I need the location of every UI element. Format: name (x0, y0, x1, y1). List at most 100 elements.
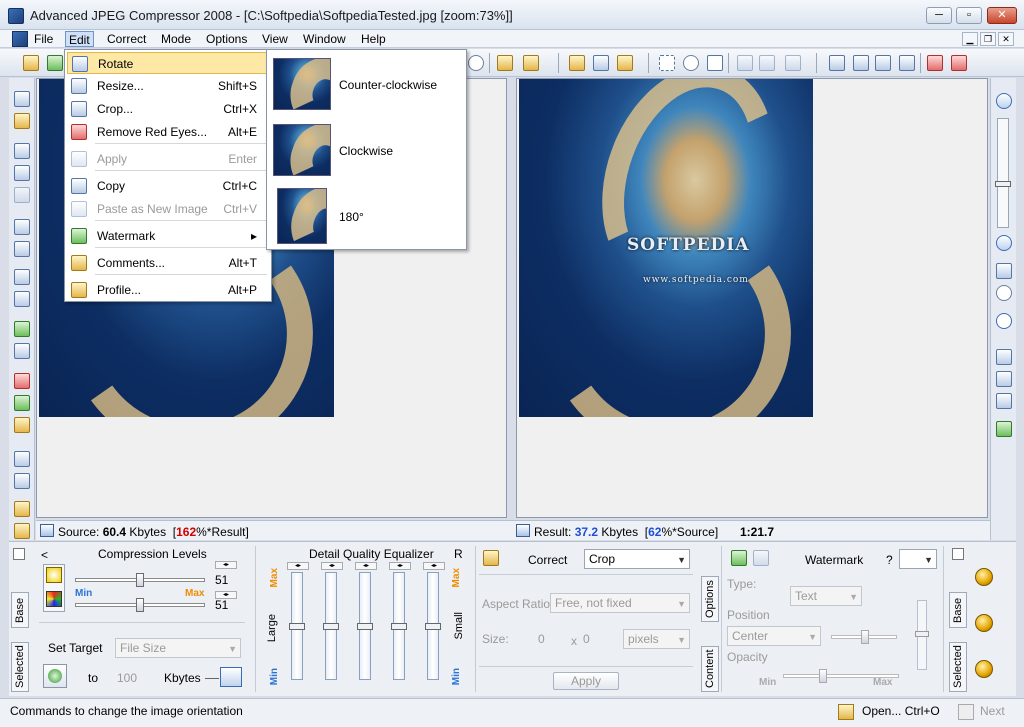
eq-band-slider[interactable] (357, 572, 373, 680)
edit-menu-item-watermark[interactable]: Watermark ▸ (67, 225, 269, 247)
wand-icon[interactable] (11, 184, 33, 204)
watermark-add-icon[interactable] (731, 550, 749, 568)
watermark-type-select[interactable]: Text ▼ (790, 586, 862, 606)
eq-band-thumb[interactable] (391, 623, 407, 630)
eq-band-thumb[interactable] (289, 623, 305, 630)
grid-2-icon[interactable] (11, 288, 33, 308)
fit-window-icon[interactable] (993, 260, 1015, 280)
edit-note-icon[interactable] (494, 52, 516, 74)
edit-menu-item-profile[interactable]: Profile... Alt+P (67, 279, 269, 301)
eq-band-spin[interactable]: ◂▸ (287, 562, 309, 570)
deselect-icon[interactable] (734, 52, 756, 74)
eq-band-thumb[interactable] (323, 623, 339, 630)
target-apply-button[interactable] (43, 664, 67, 688)
eq-band-spin[interactable]: ◂▸ (389, 562, 411, 570)
window-red-icon[interactable] (924, 52, 946, 74)
target-value[interactable]: 100 (117, 671, 137, 685)
close-button[interactable]: ✕ (987, 7, 1017, 24)
bars-icon[interactable] (11, 340, 33, 360)
tab-content[interactable]: Content (701, 646, 719, 692)
tab-compression-selected[interactable]: Selected (11, 642, 29, 692)
zoom-slider[interactable] (995, 118, 1011, 228)
equalizer-reset[interactable]: R (454, 547, 463, 561)
lightning-icon[interactable] (11, 498, 33, 518)
level2-thumb[interactable] (136, 598, 144, 612)
navigator-icon[interactable] (993, 310, 1015, 330)
edit-menu-item-paste[interactable]: Paste as New Image Ctrl+V (67, 198, 269, 220)
compression-base-checkbox[interactable] (13, 548, 25, 560)
apply-button[interactable]: Apply (553, 672, 619, 690)
next-icon[interactable] (958, 704, 974, 720)
edit-menu-item-red-eye[interactable]: Remove Red Eyes... Alt+E (67, 121, 269, 143)
zoom-search-2-icon[interactable] (11, 162, 33, 182)
edit-menu-item-comments[interactable]: Comments... Alt+T (67, 252, 269, 274)
maximize-button[interactable]: ▫ (956, 7, 982, 24)
menu-edit[interactable]: Edit (65, 31, 94, 47)
size-height[interactable]: 0 (583, 632, 590, 646)
layout-2-icon[interactable] (850, 52, 872, 74)
minimize-button[interactable]: ─ (926, 7, 952, 24)
key-icon[interactable] (11, 110, 33, 130)
pencil-icon[interactable] (520, 52, 542, 74)
compression-back-button[interactable]: < (41, 548, 48, 562)
menu-help[interactable]: Help (358, 31, 389, 47)
watermark-vertical-thumb[interactable] (915, 631, 929, 637)
red-eye-tool-icon[interactable] (465, 52, 487, 74)
menu-mode[interactable]: Mode (158, 31, 194, 47)
zoom-page-2-icon[interactable] (11, 238, 33, 258)
color-grid-icon[interactable] (46, 591, 62, 607)
rect-select-icon[interactable] (656, 52, 678, 74)
result-pane[interactable]: SOFTPEDIA www.softpedia.com (516, 78, 988, 518)
level1-thumb[interactable] (136, 573, 144, 587)
hand-point-icon[interactable] (11, 520, 33, 540)
view-3-icon[interactable] (993, 390, 1015, 410)
mdi-restore-button[interactable]: ❐ (980, 32, 996, 46)
grid-1-icon[interactable] (11, 266, 33, 286)
play-icon[interactable] (44, 52, 66, 74)
invert-select-icon[interactable] (756, 52, 778, 74)
edit-menu-item-apply[interactable]: Apply Enter (67, 148, 269, 170)
palette-3-icon[interactable] (11, 414, 33, 434)
knob-1-icon[interactable] (975, 568, 993, 586)
layout-3-icon[interactable] (872, 52, 894, 74)
zoom-page-icon[interactable] (11, 216, 33, 236)
edit-menu-item-rotate[interactable]: Rotate (67, 52, 269, 74)
eq-band-slider[interactable] (425, 572, 441, 680)
size-unit-select[interactable]: pixels ▼ (623, 629, 690, 649)
aspect-ratio-select[interactable]: Free, not fixed ▼ (550, 593, 690, 613)
open-folder-icon[interactable] (838, 704, 854, 720)
menu-view[interactable]: View (259, 31, 291, 47)
watermark-opacity-thumb[interactable] (819, 669, 827, 683)
watermark-preset-select[interactable]: ▼ (899, 549, 937, 569)
tab-output-base[interactable]: Base (949, 592, 967, 628)
hand-pan-icon[interactable] (566, 52, 588, 74)
eq-band-thumb[interactable] (357, 623, 373, 630)
mdi-close-button[interactable]: ✕ (998, 32, 1014, 46)
output-base-checkbox[interactable] (952, 548, 964, 560)
size-width[interactable]: 0 (538, 632, 545, 646)
eq-band-spin[interactable]: ◂▸ (321, 562, 343, 570)
tab-options[interactable]: Options (701, 576, 719, 622)
eq-band-spin[interactable]: ◂▸ (355, 562, 377, 570)
refresh-icon[interactable] (993, 418, 1015, 438)
actual-size-icon[interactable] (993, 282, 1015, 302)
rotate-180-thumbnail[interactable] (277, 188, 327, 244)
ellipse-select-icon[interactable] (680, 52, 702, 74)
export-icon[interactable] (948, 52, 970, 74)
mdi-minimize-button[interactable]: ▁ (962, 32, 978, 46)
layout-4-icon[interactable] (896, 52, 918, 74)
edit-menu-item-crop[interactable]: Crop... Ctrl+X (67, 98, 269, 120)
tab-output-selected[interactable]: Selected (949, 642, 967, 692)
next-button[interactable]: Next (980, 704, 1005, 718)
zoom-slider-thumb[interactable] (995, 181, 1011, 187)
bars-color-icon[interactable] (11, 318, 33, 338)
menu-options[interactable]: Options (203, 31, 250, 47)
watermark-position-thumb[interactable] (861, 630, 869, 644)
correct-mode-select[interactable]: Crop ▼ (584, 549, 690, 569)
open-button[interactable]: Open... Ctrl+O (862, 704, 940, 718)
eq-band-slider[interactable] (289, 572, 305, 680)
crop-select-icon[interactable] (782, 52, 804, 74)
menu-window[interactable]: Window (300, 31, 349, 47)
zoom-search-icon[interactable] (11, 140, 33, 160)
calc-icon[interactable] (220, 667, 242, 687)
